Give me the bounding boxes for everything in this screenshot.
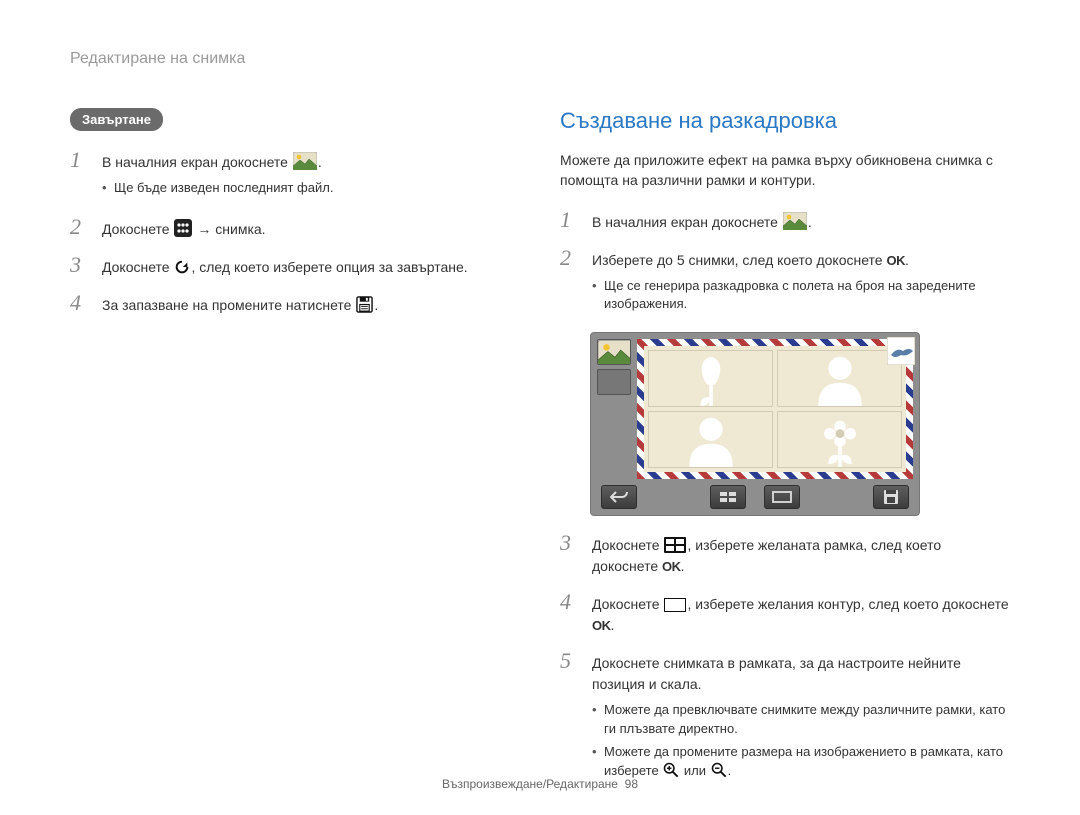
step-text: В началния екран докоснете [102, 154, 292, 170]
step: 1 В началния екран докоснете . [560, 209, 1010, 233]
step-body: Изберете до 5 снимки, след което докосне… [592, 250, 1010, 319]
storyboard-frame [637, 339, 913, 479]
storyboard-cell [777, 411, 902, 468]
step-body: Докоснете , изберете желания контур, сле… [592, 594, 1010, 636]
storyboard-thumbs [597, 339, 631, 479]
step-body: За запазване на промените натиснете . [102, 295, 520, 316]
footer-label: Възпроизвеждане/Редактиране [442, 777, 618, 791]
stamp-icon [887, 337, 915, 365]
step: 3 Докоснете , след което изберете опция … [70, 254, 520, 278]
footer-page: 98 [625, 777, 638, 791]
step-text: Докоснете [592, 596, 663, 612]
frame-picker-button[interactable] [710, 485, 746, 509]
step-text: . [374, 297, 378, 313]
step: 4 Докоснете , изберете желания контур, с… [560, 591, 1010, 636]
landscape-thumb-icon [783, 212, 807, 230]
step-number: 1 [70, 149, 88, 171]
back-arrow-icon [610, 490, 628, 504]
note-item: Ще бъде изведен последният файл. [102, 179, 520, 198]
outline-picker-icon [772, 491, 792, 503]
step: 2 Докоснете → снимка. [70, 216, 520, 240]
step-text: Докоснете [102, 259, 173, 275]
note-item: Можете да промените размера на изображен… [592, 743, 1010, 781]
rotate-icon [174, 259, 190, 275]
step: 3 Докоснете , изберете желаната рамка, с… [560, 532, 1010, 577]
step-text: . [905, 252, 909, 268]
save-icon [883, 489, 899, 505]
section-pill-rotate: Завъртане [70, 108, 163, 131]
step-number: 2 [560, 247, 578, 269]
storyboard-toolbar [597, 479, 913, 515]
step-body: В началния екран докоснете . [592, 212, 1010, 233]
step-body: Докоснете → снимка. [102, 219, 520, 240]
step: 4 За запазване на промените натиснете . [70, 292, 520, 316]
step-number: 4 [560, 591, 578, 613]
step-number: 5 [560, 650, 578, 672]
step-text: За запазване на промените натиснете [102, 297, 355, 313]
outline-picker-button[interactable] [764, 485, 800, 509]
zoom-in-icon [663, 762, 679, 778]
step-text: , след което изберете опция за завъртане… [191, 259, 467, 275]
step-notes: Ще се генерира разкадровка с полета на б… [592, 277, 1010, 315]
note-item: Можете да превключвате снимките между ра… [592, 701, 1010, 739]
step-body: Докоснете , след което изберете опция за… [102, 257, 520, 278]
outline-picker-icon [664, 598, 686, 612]
step-text: , изберете желания контур, след което до… [687, 596, 1008, 612]
step-text: Докоснете [102, 221, 173, 237]
step: 1 В началния екран докоснете . Ще бъде и… [70, 149, 520, 202]
step: 5 Докоснете снимката в рамката, за да на… [560, 650, 1010, 784]
step-number: 4 [70, 292, 88, 314]
page-footer: Възпроизвеждане/Редактиране 98 [0, 777, 1080, 791]
right-steps: 1 В началния екран докоснете . 2 Изберет… [560, 209, 1010, 785]
step-text: . [318, 154, 322, 170]
ok-label: OK [662, 559, 681, 574]
step-number: 3 [560, 532, 578, 554]
storyboard-cell [648, 411, 773, 468]
step-body: Докоснете , изберете желаната рамка, сле… [592, 535, 1010, 577]
right-column: Създаване на разкадровка Можете да прило… [560, 108, 1010, 799]
step-number: 3 [70, 254, 88, 276]
ok-label: OK [592, 618, 611, 633]
step-text: Докоснете снимката в рамката, за да наст… [592, 655, 961, 692]
step-text: Докоснете [592, 537, 663, 553]
step-body: Докоснете снимката в рамката, за да наст… [592, 653, 1010, 784]
step-text: или [680, 763, 709, 778]
step-text: В началния екран докоснете [592, 214, 782, 230]
section-title-storyboard: Създаване на разкадровка [560, 108, 1010, 134]
note-item: Ще се генерира разкадровка с полета на б… [592, 277, 1010, 315]
zoom-out-icon [711, 762, 727, 778]
frame-picker-icon [664, 537, 686, 553]
ok-label: OK [886, 253, 905, 268]
page-columns: Завъртане 1 В началния екран докоснете .… [70, 108, 1010, 799]
step-text: . [681, 558, 685, 574]
left-steps: 1 В началния екран докоснете . Ще бъде и… [70, 149, 520, 316]
step-text: Изберете до 5 снимки, след което докосне… [592, 252, 886, 268]
step-text: . [611, 617, 615, 633]
storyboard-grid [644, 346, 906, 472]
storyboard-preview [590, 332, 920, 516]
back-button[interactable] [601, 485, 637, 509]
storyboard-intro: Можете да приложите ефект на рамка върху… [560, 150, 1010, 191]
step: 2 Изберете до 5 снимки, след което докос… [560, 247, 1010, 319]
step-body: В началния екран докоснете . Ще бъде изв… [102, 152, 520, 202]
step-text: . [728, 763, 732, 778]
left-column: Завъртане 1 В началния екран докоснете .… [70, 108, 520, 799]
step-text: . [808, 214, 812, 230]
storyboard-cell [648, 350, 773, 407]
storyboard-thumb [597, 339, 631, 365]
save-button[interactable] [873, 485, 909, 509]
storyboard-thumb-empty [597, 369, 631, 395]
frame-picker-icon [718, 490, 738, 504]
page-header: Редактиране на снимка [70, 50, 1010, 68]
edit-menu-icon [174, 219, 192, 237]
landscape-thumb-icon [293, 152, 317, 170]
step-number: 1 [560, 209, 578, 231]
step-notes: Можете да превключвате снимките между ра… [592, 701, 1010, 780]
step-notes: Ще бъде изведен последният файл. [102, 179, 520, 198]
step-number: 2 [70, 216, 88, 238]
step-text: → снимка. [193, 221, 265, 237]
save-icon [356, 296, 373, 313]
storyboard-cell [777, 350, 902, 407]
